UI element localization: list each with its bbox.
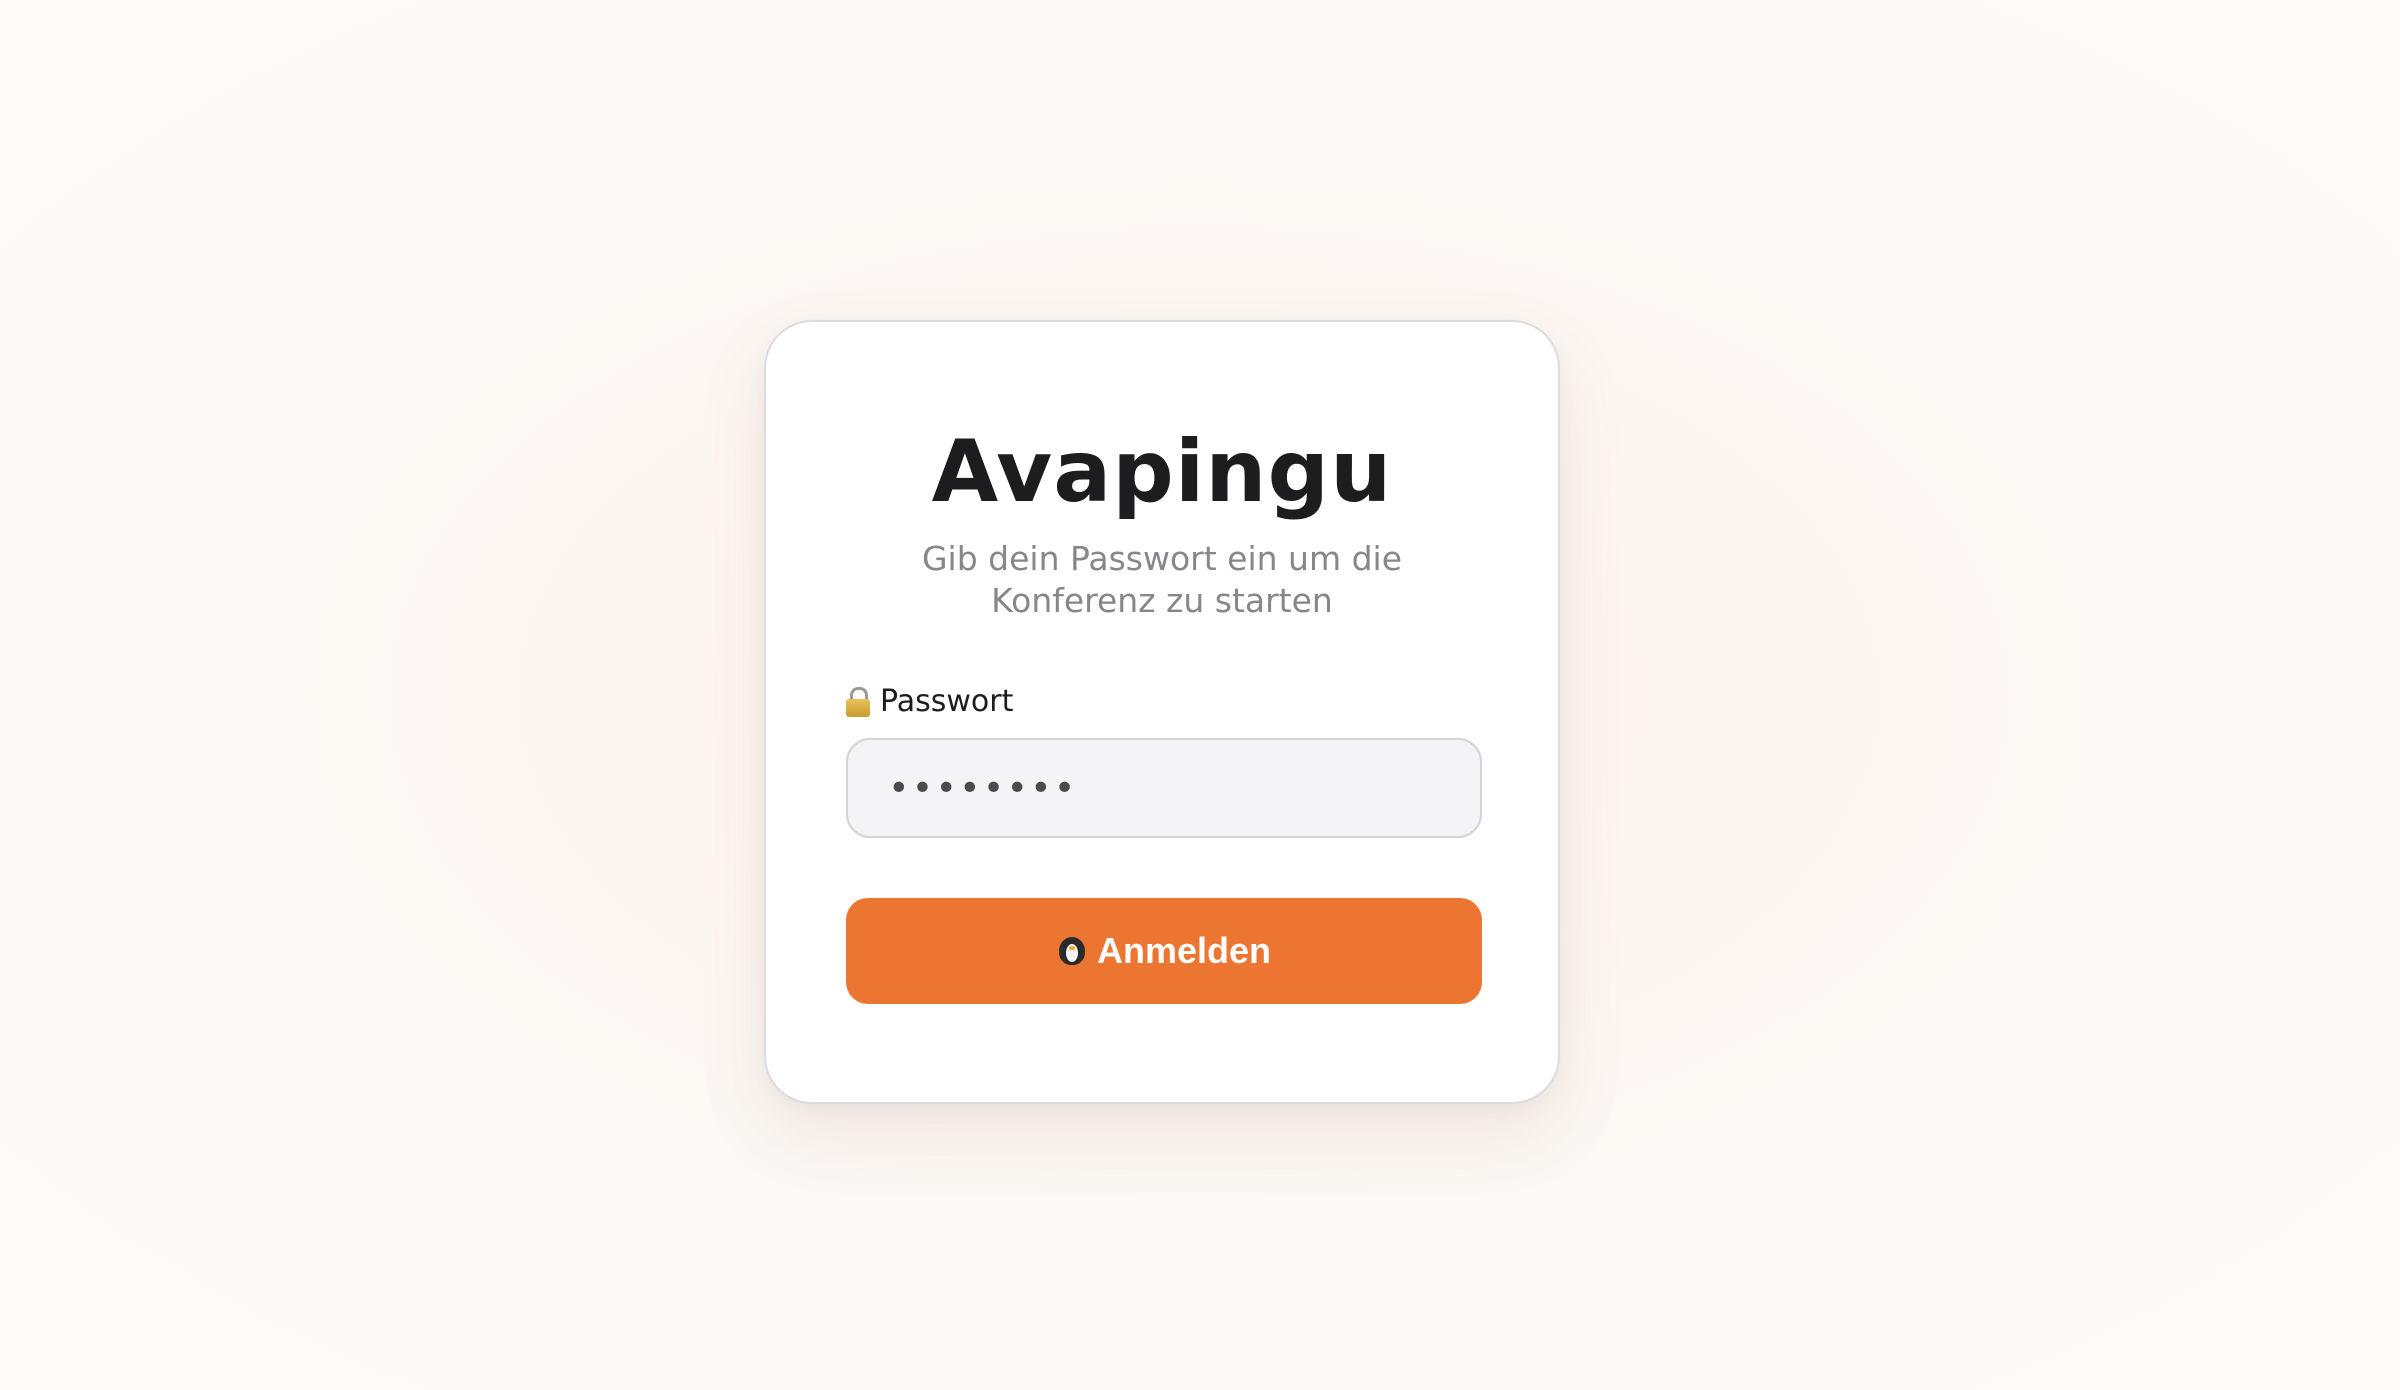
password-label: Passwort bbox=[880, 684, 1014, 719]
login-card: Avapingu Gib dein Passwort ein um die Ko… bbox=[764, 320, 1560, 1104]
login-button[interactable]: Anmelden bbox=[846, 898, 1482, 1004]
password-label-row: Passwort bbox=[846, 684, 1013, 719]
login-button-label: Anmelden bbox=[1096, 930, 1272, 971]
app-title: Avapingu bbox=[931, 422, 1393, 522]
password-input[interactable] bbox=[846, 738, 1482, 838]
login-subtitle: Gib dein Passwort ein um die Konferenz z… bbox=[921, 539, 1403, 620]
penguin-icon bbox=[1057, 936, 1087, 966]
lock-icon bbox=[846, 686, 870, 717]
